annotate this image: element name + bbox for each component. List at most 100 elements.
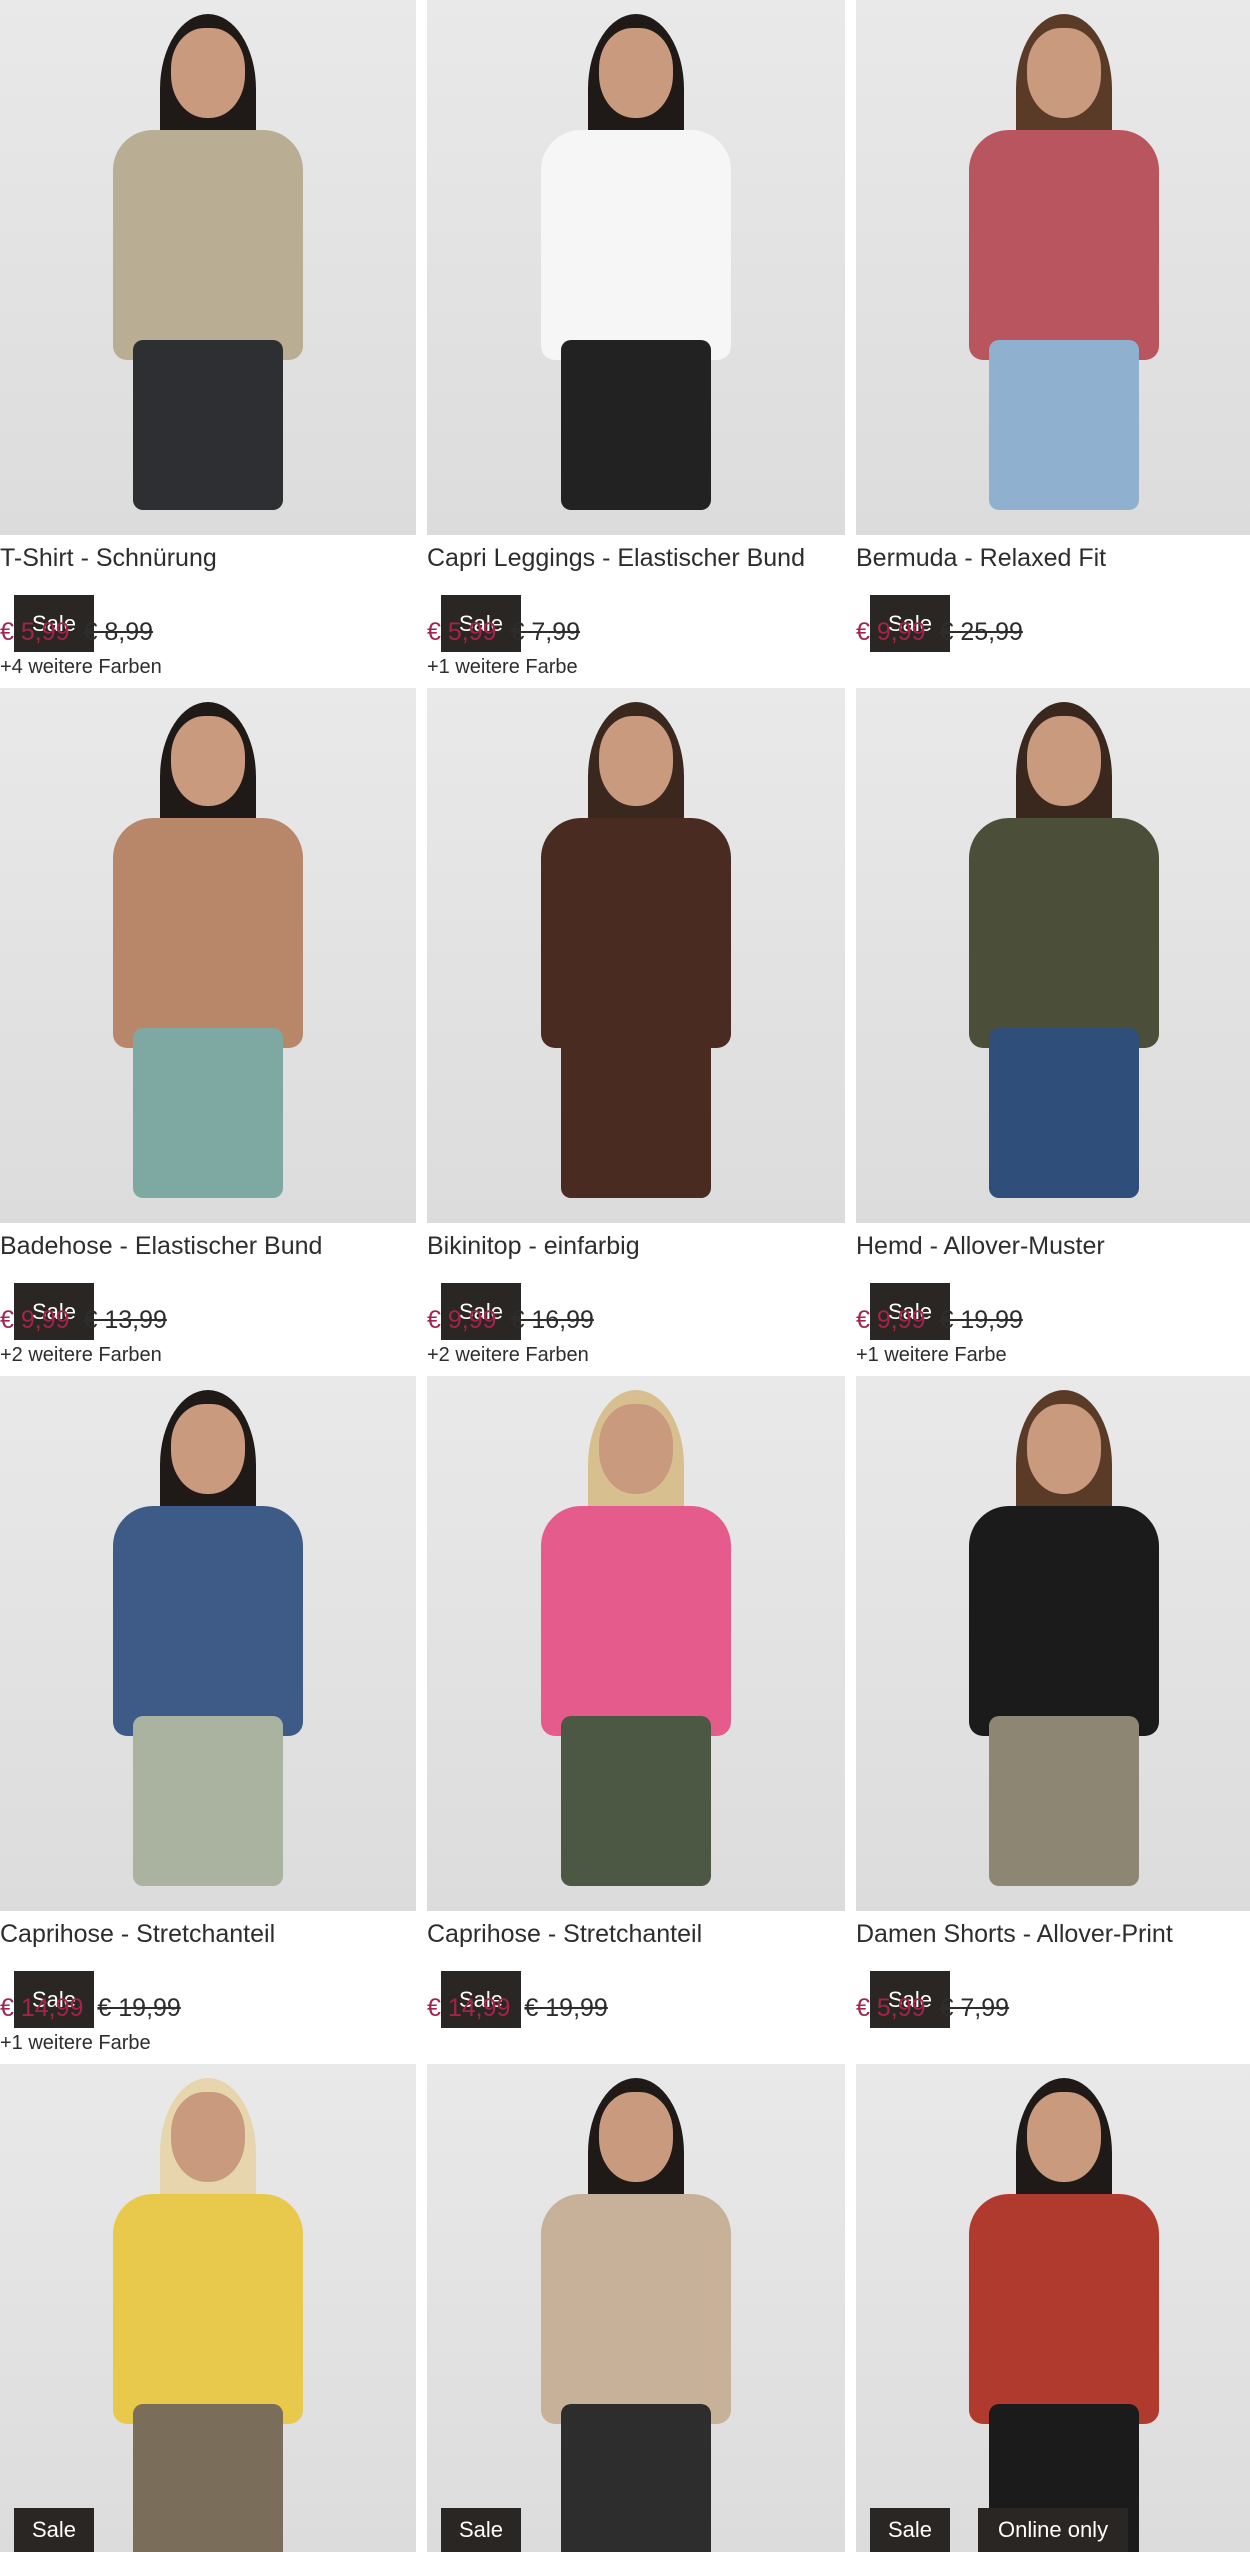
old-price: € 7,99 bbox=[510, 618, 581, 646]
product-image[interactable] bbox=[0, 2064, 416, 2552]
price-row: € 9,99 € 25,99 bbox=[856, 618, 1023, 647]
more-colors-link[interactable]: +4 weitere Farben bbox=[0, 656, 162, 679]
model-head bbox=[1027, 2092, 1101, 2182]
model-bottom bbox=[133, 1028, 283, 1198]
price-row: € 9,99 € 19,99 bbox=[856, 1306, 1023, 1335]
model-head bbox=[171, 2092, 245, 2182]
old-price: € 16,99 bbox=[510, 1306, 594, 1334]
sale-badge: Sale bbox=[14, 2508, 95, 2552]
model-top bbox=[541, 2194, 731, 2424]
sale-badge: Sale bbox=[870, 2508, 951, 2552]
product-image[interactable] bbox=[856, 0, 1250, 535]
model-bottom bbox=[133, 340, 283, 510]
model-bottom bbox=[989, 1028, 1139, 1198]
model-head bbox=[599, 2092, 673, 2182]
product-image[interactable] bbox=[856, 2064, 1250, 2552]
sale-price: € 5,99 bbox=[0, 618, 70, 646]
product-image[interactable] bbox=[856, 688, 1250, 1223]
product-card[interactable]: Sale Caprihose - Stretchanteil € 14,99 € … bbox=[0, 1376, 416, 2064]
product-image[interactable] bbox=[0, 688, 416, 1223]
model-head bbox=[1027, 716, 1101, 806]
sale-price: € 9,99 bbox=[856, 618, 926, 646]
model-head bbox=[599, 28, 673, 118]
model-head bbox=[171, 28, 245, 118]
product-title[interactable]: Caprihose - Stretchanteil bbox=[0, 1920, 275, 1949]
product-title[interactable]: Badehose - Elastischer Bund bbox=[0, 1232, 322, 1261]
more-colors-link[interactable]: +1 weitere Farbe bbox=[856, 1344, 1007, 1367]
model-head bbox=[599, 1404, 673, 1494]
product-title[interactable]: Bermuda - Relaxed Fit bbox=[856, 544, 1106, 573]
product-grid: Sale T-Shirt - Schnürung € 5,99 € 8,99 +4… bbox=[0, 0, 1250, 2552]
sale-price: € 5,99 bbox=[427, 618, 497, 646]
product-image[interactable] bbox=[427, 2064, 845, 2552]
more-colors-link[interactable]: +1 weitere Farbe bbox=[427, 656, 578, 679]
product-card[interactable]: Sale Damen Shorts - Allover-Print € 5,99… bbox=[856, 1376, 1250, 2064]
model-top bbox=[969, 130, 1159, 360]
product-card[interactable]: Sale Online only bbox=[856, 2064, 1250, 2552]
product-title[interactable]: Capri Leggings - Elastischer Bund bbox=[427, 544, 805, 573]
sale-price: € 5,99 bbox=[856, 1994, 926, 2022]
old-price: € 7,99 bbox=[939, 1994, 1010, 2022]
model-top bbox=[541, 818, 731, 1048]
price-row: € 9,99 € 13,99 bbox=[0, 1306, 167, 1335]
model-head bbox=[599, 716, 673, 806]
more-colors-link[interactable]: +2 weitere Farben bbox=[0, 1344, 162, 1367]
model-top bbox=[969, 818, 1159, 1048]
product-image[interactable] bbox=[427, 688, 845, 1223]
old-price: € 19,99 bbox=[97, 1994, 181, 2022]
product-image[interactable] bbox=[427, 0, 845, 535]
more-colors-link[interactable]: +2 weitere Farben bbox=[427, 1344, 589, 1367]
model-head bbox=[1027, 28, 1101, 118]
old-price: € 19,99 bbox=[939, 1306, 1023, 1334]
model-bottom bbox=[561, 2404, 711, 2552]
model-top bbox=[113, 1506, 303, 1736]
online-only-badge: Online only bbox=[978, 2508, 1129, 2552]
model-bottom bbox=[133, 1716, 283, 1886]
model-top bbox=[969, 1506, 1159, 1736]
sale-badge: Sale bbox=[441, 2508, 522, 2552]
product-card[interactable]: Sale Hemd - Allover-Muster € 9,99 € 19,99… bbox=[856, 688, 1250, 1376]
more-colors-link[interactable]: +1 weitere Farbe bbox=[0, 2032, 151, 2055]
sale-price: € 14,99 bbox=[0, 1994, 84, 2022]
old-price: € 19,99 bbox=[524, 1994, 608, 2022]
price-row: € 5,99 € 8,99 bbox=[0, 618, 153, 647]
product-title[interactable]: Bikinitop - einfarbig bbox=[427, 1232, 640, 1261]
price-row: € 9,99 € 16,99 bbox=[427, 1306, 594, 1335]
sale-price: € 14,99 bbox=[427, 1994, 511, 2022]
price-row: € 5,99 € 7,99 bbox=[427, 618, 580, 647]
product-card[interactable]: Sale Bermuda - Relaxed Fit € 9,99 € 25,99 bbox=[856, 0, 1250, 688]
product-title[interactable]: T-Shirt - Schnürung bbox=[0, 544, 217, 573]
old-price: € 13,99 bbox=[83, 1306, 167, 1334]
product-card[interactable]: Sale Bikinitop - einfarbig € 9,99 € 16,99… bbox=[427, 688, 845, 1376]
model-bottom bbox=[989, 1716, 1139, 1886]
product-card[interactable]: Sale Badehose - Elastischer Bund € 9,99 €… bbox=[0, 688, 416, 1376]
product-card[interactable]: Sale Caprihose - Stretchanteil € 14,99 € … bbox=[427, 1376, 845, 2064]
model-head bbox=[171, 716, 245, 806]
product-image[interactable] bbox=[0, 1376, 416, 1911]
model-top bbox=[113, 818, 303, 1048]
price-row: € 14,99 € 19,99 bbox=[427, 1994, 608, 2023]
model-top bbox=[541, 1506, 731, 1736]
product-card[interactable]: Sale bbox=[427, 2064, 845, 2552]
product-image[interactable] bbox=[427, 1376, 845, 1911]
product-title[interactable]: Caprihose - Stretchanteil bbox=[427, 1920, 702, 1949]
old-price: € 25,99 bbox=[939, 618, 1023, 646]
price-row: € 5,99 € 7,99 bbox=[856, 1994, 1009, 2023]
sale-price: € 9,99 bbox=[427, 1306, 497, 1334]
product-title[interactable]: Hemd - Allover-Muster bbox=[856, 1232, 1105, 1261]
product-image[interactable] bbox=[0, 0, 416, 535]
product-title[interactable]: Damen Shorts - Allover-Print bbox=[856, 1920, 1173, 1949]
model-top bbox=[969, 2194, 1159, 2424]
old-price: € 8,99 bbox=[83, 618, 154, 646]
model-top bbox=[113, 2194, 303, 2424]
model-top bbox=[113, 130, 303, 360]
price-row: € 14,99 € 19,99 bbox=[0, 1994, 181, 2023]
model-head bbox=[171, 1404, 245, 1494]
sale-price: € 9,99 bbox=[0, 1306, 70, 1334]
product-card[interactable]: Sale T-Shirt - Schnürung € 5,99 € 8,99 +4… bbox=[0, 0, 416, 688]
model-bottom bbox=[989, 340, 1139, 510]
product-image[interactable] bbox=[856, 1376, 1250, 1911]
model-bottom bbox=[561, 1028, 711, 1198]
product-card[interactable]: Sale bbox=[0, 2064, 416, 2552]
product-card[interactable]: Sale Capri Leggings - Elastischer Bund €… bbox=[427, 0, 845, 688]
